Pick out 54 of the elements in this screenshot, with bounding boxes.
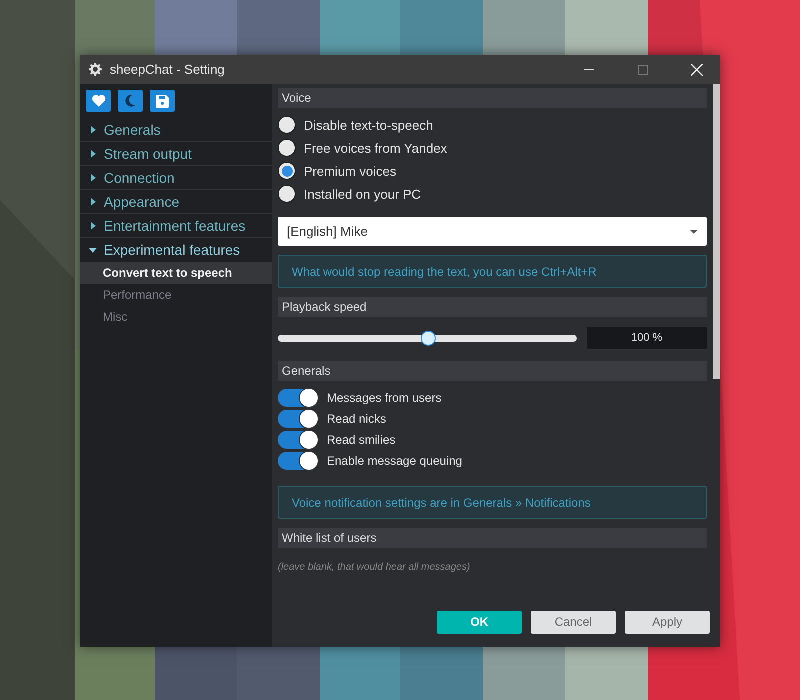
sidebar-item[interactable]: Stream output bbox=[80, 142, 272, 166]
section-header: Generals bbox=[278, 361, 707, 381]
caret-icon bbox=[89, 198, 97, 206]
toggle-switch[interactable] bbox=[278, 410, 318, 428]
dialog-button[interactable]: Apply bbox=[625, 610, 710, 634]
radio-option[interactable]: Free voices from Yandex bbox=[278, 139, 707, 157]
section-header: White list of users bbox=[278, 528, 707, 548]
scrollbar-thumb[interactable] bbox=[713, 84, 720, 379]
toggle-switch[interactable] bbox=[278, 452, 318, 470]
caret-icon bbox=[89, 150, 97, 158]
radio-icon[interactable] bbox=[278, 162, 296, 180]
moon-button[interactable] bbox=[118, 90, 143, 112]
heart-button[interactable] bbox=[86, 90, 111, 112]
caret-icon bbox=[89, 174, 97, 182]
sidebar-item[interactable]: Entertainment features bbox=[80, 214, 272, 238]
info-message: Voice notification settings are in Generals » Notifications bbox=[278, 486, 707, 519]
whitelist-field[interactable]: (leave blank, that would hear all messages) bbox=[278, 560, 538, 574]
slider-thumb[interactable] bbox=[420, 330, 436, 346]
radio-option[interactable]: Disable text-to-speech bbox=[278, 116, 707, 134]
radio-icon[interactable] bbox=[278, 185, 296, 203]
caret-icon bbox=[89, 222, 97, 230]
radio-icon[interactable] bbox=[278, 139, 296, 157]
maximize-icon bbox=[638, 64, 648, 74]
toggle-label: Enable message queuing bbox=[327, 454, 462, 468]
caret-icon bbox=[89, 246, 97, 254]
moon-icon bbox=[124, 94, 136, 108]
toggle-label: Read nicks bbox=[327, 412, 386, 426]
voice-dropdown[interactable]: [English] Mike bbox=[278, 217, 707, 246]
sidebar-item[interactable]: Experimental features bbox=[80, 238, 272, 262]
radio-option[interactable]: Premium voices bbox=[278, 162, 707, 180]
window-title: sheepChat - Setting bbox=[110, 62, 226, 77]
toggle-label: Messages from users bbox=[327, 391, 442, 405]
sidebar-subitem[interactable]: Performance bbox=[80, 284, 272, 306]
toggle-switch[interactable] bbox=[278, 431, 318, 449]
toggle-switch[interactable] bbox=[278, 389, 318, 407]
radio-option[interactable]: Installed on your PC bbox=[278, 185, 707, 203]
speed-value: 100 % bbox=[587, 327, 707, 349]
section-header: Voice bbox=[278, 88, 707, 108]
toggle-label: Read smilies bbox=[327, 433, 396, 447]
gear-icon bbox=[89, 63, 102, 76]
close-icon bbox=[691, 64, 703, 76]
caret-icon bbox=[89, 126, 97, 134]
heart-icon bbox=[92, 95, 106, 107]
sidebar-subitem[interactable]: Convert text to speech bbox=[80, 262, 272, 284]
info-message: What would stop reading the text, you can use Ctrl+Alt+R bbox=[278, 255, 707, 288]
sidebar-item[interactable]: Connection bbox=[80, 166, 272, 190]
radio-icon[interactable] bbox=[278, 116, 296, 134]
sidebar-item[interactable]: Appearance bbox=[80, 190, 272, 214]
dialog-button[interactable]: Cancel bbox=[531, 610, 616, 634]
sidebar-subitem[interactable]: Misc bbox=[80, 306, 272, 328]
caret-icon bbox=[690, 230, 698, 234]
save-button[interactable] bbox=[150, 90, 175, 112]
section-header: Playback speed bbox=[278, 297, 707, 317]
sidebar-item[interactable]: Generals bbox=[80, 118, 272, 142]
